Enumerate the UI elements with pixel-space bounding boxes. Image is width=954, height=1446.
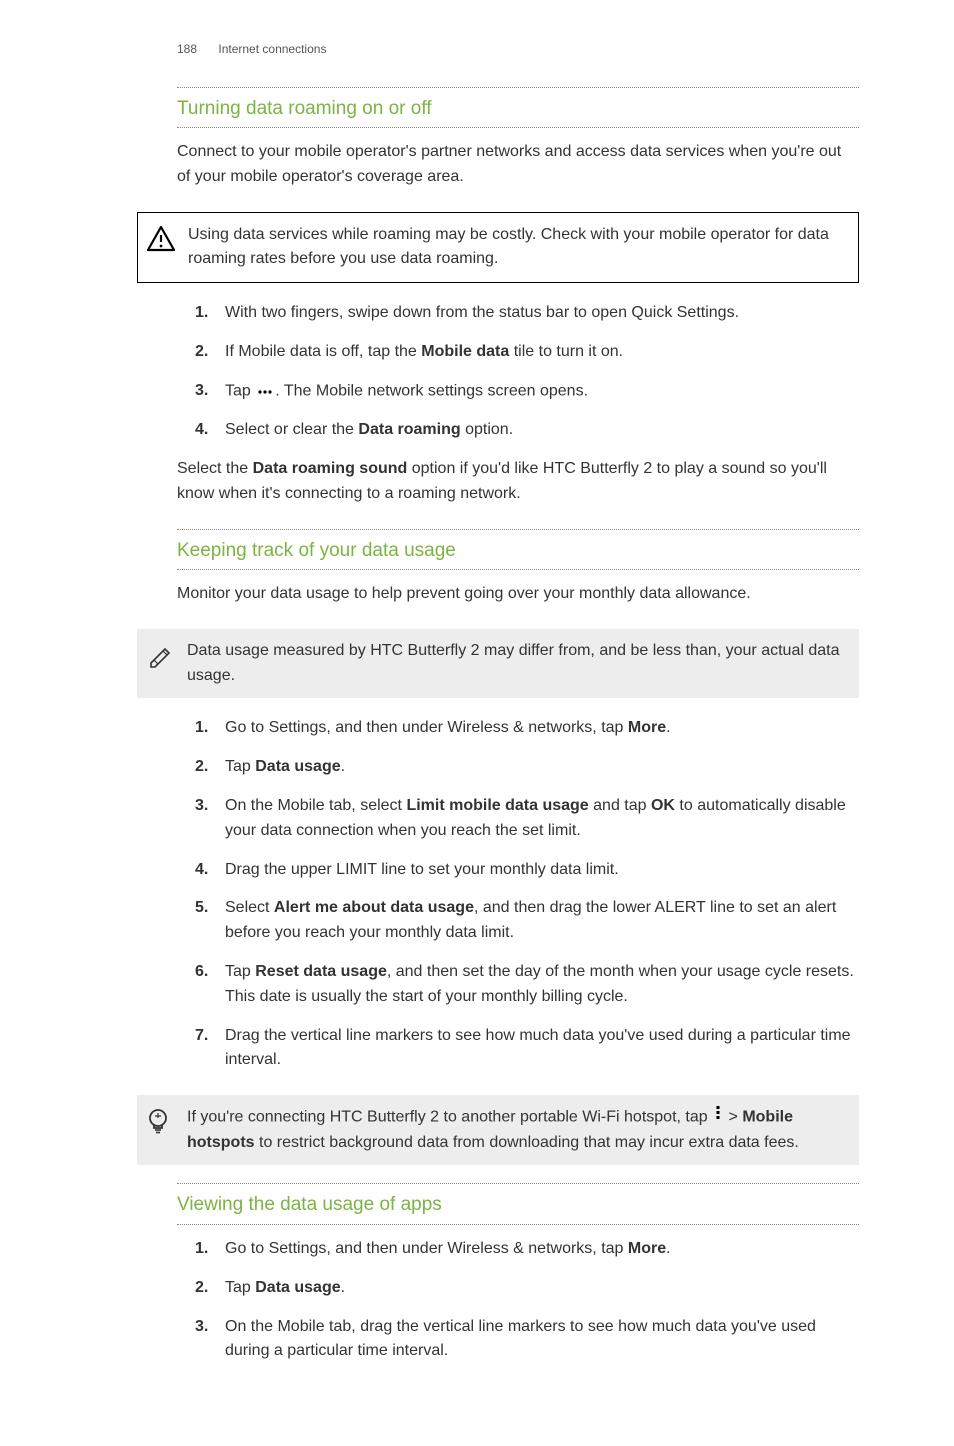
step: Select or clear the Data roaming option. bbox=[195, 418, 859, 443]
warning-icon bbox=[146, 225, 180, 262]
pencil-icon bbox=[145, 641, 179, 678]
section-title: Keeping track of your data usage bbox=[177, 529, 859, 570]
steps-list: Go to Settings, and then under Wireless … bbox=[195, 716, 859, 1073]
tip-callout: If you're connecting HTC Butterfly 2 to … bbox=[137, 1095, 859, 1165]
note-text: Data usage measured by HTC Butterfly 2 m… bbox=[187, 639, 847, 689]
step: Tap Reset data usage, and then set the d… bbox=[195, 960, 859, 1010]
step: Go to Settings, and then under Wireless … bbox=[195, 1237, 859, 1262]
chapter-title: Internet connections bbox=[218, 42, 326, 56]
section-app-usage: Viewing the data usage of apps Go to Set… bbox=[177, 1183, 859, 1364]
section-roaming-steps: With two fingers, swipe down from the st… bbox=[177, 301, 859, 506]
step: On the Mobile tab, select Limit mobile d… bbox=[195, 794, 859, 844]
intro-text: Connect to your mobile operator's partne… bbox=[177, 140, 859, 190]
page-number: 188 bbox=[177, 42, 197, 56]
step: On the Mobile tab, drag the vertical lin… bbox=[195, 1315, 859, 1365]
step: Go to Settings, and then under Wireless … bbox=[195, 716, 859, 741]
step: With two fingers, swipe down from the st… bbox=[195, 301, 859, 326]
step: Tap Data usage. bbox=[195, 755, 859, 780]
step: If Mobile data is off, tap the Mobile da… bbox=[195, 340, 859, 365]
section-title: Viewing the data usage of apps bbox=[177, 1183, 859, 1224]
warning-callout: Using data services while roaming may be… bbox=[137, 212, 859, 284]
lightbulb-icon bbox=[145, 1107, 179, 1146]
more-dots-icon bbox=[257, 379, 273, 404]
outro-text: Select the Data roaming sound option if … bbox=[177, 457, 859, 507]
section-title: Turning data roaming on or off bbox=[177, 87, 859, 128]
menu-dots-vertical-icon bbox=[714, 1105, 722, 1130]
section-data-usage-steps: Go to Settings, and then under Wireless … bbox=[177, 716, 859, 1073]
warning-text: Using data services while roaming may be… bbox=[188, 223, 846, 273]
step: Tap . The Mobile network settings screen… bbox=[195, 379, 859, 404]
intro-text: Monitor your data usage to help prevent … bbox=[177, 582, 859, 607]
steps-list: With two fingers, swipe down from the st… bbox=[195, 301, 859, 443]
section-roaming: Turning data roaming on or off Connect t… bbox=[177, 87, 859, 190]
section-data-usage: Keeping track of your data usage Monitor… bbox=[177, 529, 859, 607]
page-header: 188 Internet connections bbox=[177, 40, 859, 59]
step: Select Alert me about data usage, and th… bbox=[195, 896, 859, 946]
step: Drag the vertical line markers to see ho… bbox=[195, 1024, 859, 1074]
step: Drag the upper LIMIT line to set your mo… bbox=[195, 858, 859, 883]
steps-list: Go to Settings, and then under Wireless … bbox=[195, 1237, 859, 1364]
note-callout: Data usage measured by HTC Butterfly 2 m… bbox=[137, 629, 859, 699]
tip-text: If you're connecting HTC Butterfly 2 to … bbox=[187, 1105, 847, 1155]
step: Tap Data usage. bbox=[195, 1276, 859, 1301]
